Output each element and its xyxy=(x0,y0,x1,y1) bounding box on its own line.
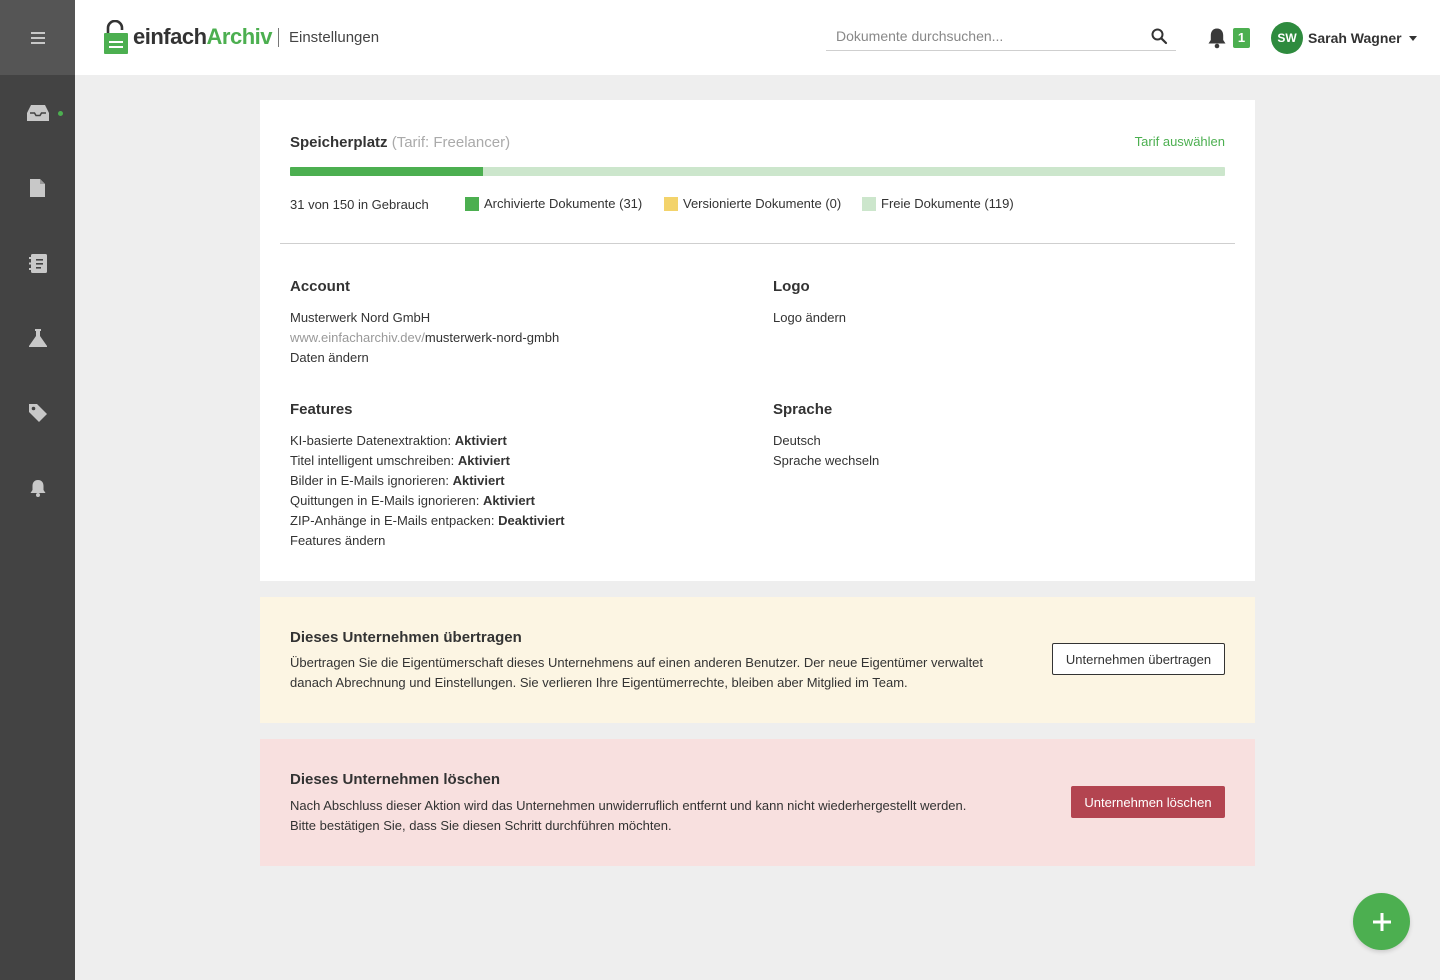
transfer-description-line: Übertragen Sie die Eigentümerschaft dies… xyxy=(290,655,984,670)
edit-data-link[interactable]: Daten ändern xyxy=(290,350,369,365)
feature-label: ZIP-Anhänge in E-Mails entpacken: xyxy=(290,513,495,528)
top-header: einfachArchiv Einstellungen 1 SW Sarah W… xyxy=(75,0,1440,75)
edit-features-link[interactable]: Features ändern xyxy=(290,533,385,548)
storage-progress-bar xyxy=(290,167,1225,176)
feature-label: Bilder in E-Mails ignorieren: xyxy=(290,473,449,488)
delete-title: Dieses Unternehmen löschen xyxy=(290,771,501,788)
account-heading: Account xyxy=(290,278,350,295)
current-language: Deutsch xyxy=(773,433,821,448)
delete-company-panel: Dieses Unternehmen löschen Nach Abschlus… xyxy=(260,739,1255,866)
legend-versioned: Versionierte Dokumente (0) xyxy=(664,196,841,211)
delete-description-line: Nach Abschluss dieser Aktion wird das Un… xyxy=(290,798,967,813)
avatar: SW xyxy=(1271,22,1303,54)
transfer-company-panel: Dieses Unternehmen übertragen Übertragen… xyxy=(260,597,1255,723)
sidebar-item-documents[interactable] xyxy=(0,168,75,208)
url-prefix: www.einfacharchiv.dev/ xyxy=(290,330,425,345)
change-language-link[interactable]: Sprache wechseln xyxy=(773,453,879,468)
caret-down-icon xyxy=(1408,35,1417,41)
sidebar-item-contacts[interactable] xyxy=(0,243,75,283)
lock-logo-icon xyxy=(104,20,128,54)
storage-title: Speicherplatz (Tarif: Freelancer) xyxy=(290,134,510,151)
sidebar-item-inbox[interactable] xyxy=(0,93,75,133)
brand-name: einfachArchiv xyxy=(133,24,273,50)
tag-icon xyxy=(28,404,47,422)
logo-heading: Logo xyxy=(773,278,810,295)
title-separator xyxy=(278,28,279,47)
search-input[interactable] xyxy=(826,22,1136,50)
feature-label: KI-basierte Datenextraktion: xyxy=(290,433,452,448)
usage-text: 31 von 150 in Gebrauch xyxy=(290,197,429,212)
page-title: Einstellungen xyxy=(289,29,380,46)
feature-status: Aktiviert xyxy=(457,453,510,468)
feature-status: Aktiviert xyxy=(452,473,505,488)
choose-plan-link[interactable]: Tarif auswählen xyxy=(1135,134,1225,149)
user-name: Sarah Wagner xyxy=(1308,30,1402,46)
legend-label-free: Freie Dokumente (119) xyxy=(881,196,1014,211)
legend-label-archived: Archivierte Dokumente (31) xyxy=(484,196,643,211)
sidebar-item-tags[interactable] xyxy=(0,393,75,433)
legend-swatch-archived xyxy=(465,196,479,211)
transfer-company-button[interactable]: Unternehmen übertragen xyxy=(1052,643,1225,675)
brand-logo[interactable]: einfachArchiv xyxy=(103,20,273,54)
storage-heading: Speicherplatz xyxy=(290,134,388,151)
brand-name-part1: einfach xyxy=(133,24,207,49)
sidebar xyxy=(0,0,75,980)
legend-free: Freie Dokumente (119) xyxy=(862,196,1014,211)
feature-item: KI-basierte Datenextraktion: Aktiviert xyxy=(290,433,507,448)
search-icon[interactable] xyxy=(1150,27,1168,45)
sidebar-item-notifications[interactable] xyxy=(0,468,75,508)
feature-status: Aktiviert xyxy=(454,433,507,448)
transfer-description-line: danach Abrechnung und Einstellungen. Sie… xyxy=(290,675,908,690)
section-divider xyxy=(280,243,1235,244)
legend-archived: Archivierte Dokumente (31) xyxy=(465,196,642,211)
sidebar-item-lab[interactable] xyxy=(0,318,75,358)
feature-item: Bilder in E-Mails ignorieren: Aktiviert xyxy=(290,473,505,488)
feature-item: ZIP-Anhänge in E-Mails entpacken: Deakti… xyxy=(290,513,565,528)
active-indicator xyxy=(58,111,63,116)
delete-company-button[interactable]: Unternehmen löschen xyxy=(1071,786,1225,818)
inbox-icon xyxy=(26,105,49,121)
archived-bar-fill xyxy=(290,167,484,176)
delete-description: Nach Abschluss dieser Aktion wird das Un… xyxy=(290,796,1010,836)
document-icon xyxy=(30,179,45,197)
legend-swatch-free xyxy=(862,196,876,211)
company-url: www.einfacharchiv.dev/musterwerk-nord-gm… xyxy=(290,330,559,345)
add-button[interactable] xyxy=(1353,893,1410,950)
bell-icon xyxy=(30,480,45,497)
feature-label: Titel intelligent umschreiben: xyxy=(290,453,455,468)
search-bar xyxy=(826,22,1176,51)
notification-count-badge[interactable]: 1 xyxy=(1233,28,1250,48)
features-heading: Features xyxy=(290,401,353,418)
settings-card: Speicherplatz (Tarif: Freelancer) Tarif … xyxy=(260,100,1255,581)
feature-label: Quittungen in E-Mails ignorieren: xyxy=(290,493,480,508)
hamburger-icon xyxy=(30,31,45,44)
change-logo-link[interactable]: Logo ändern xyxy=(773,310,846,325)
feature-item: Titel intelligent umschreiben: Aktiviert xyxy=(290,453,510,468)
plus-icon xyxy=(1372,912,1391,931)
flask-icon xyxy=(28,329,47,347)
legend-label-versioned: Versionierte Dokumente (0) xyxy=(683,196,842,211)
feature-status: Aktiviert xyxy=(482,493,535,508)
address-book-icon xyxy=(28,253,47,273)
user-menu[interactable]: SW Sarah Wagner xyxy=(1271,22,1417,54)
feature-item: Quittungen in E-Mails ignorieren: Aktivi… xyxy=(290,493,535,508)
delete-description-line: Bitte bestätigen Sie, dass Sie diesen Sc… xyxy=(290,818,672,833)
transfer-description: Übertragen Sie die Eigentümerschaft dies… xyxy=(290,653,1010,693)
language-heading: Sprache xyxy=(773,401,833,418)
brand-name-part2: Archiv xyxy=(206,24,273,49)
legend-swatch-versioned xyxy=(664,196,678,211)
transfer-title: Dieses Unternehmen übertragen xyxy=(290,629,522,646)
company-name: Musterwerk Nord GmbH xyxy=(290,310,431,325)
menu-toggle-button[interactable] xyxy=(0,0,75,75)
notifications-bell-icon[interactable] xyxy=(1206,27,1228,49)
plan-label: (Tarif: Freelancer) xyxy=(391,134,511,151)
feature-status: Deaktiviert xyxy=(498,513,565,528)
url-slug: musterwerk-nord-gmbh xyxy=(424,330,560,345)
